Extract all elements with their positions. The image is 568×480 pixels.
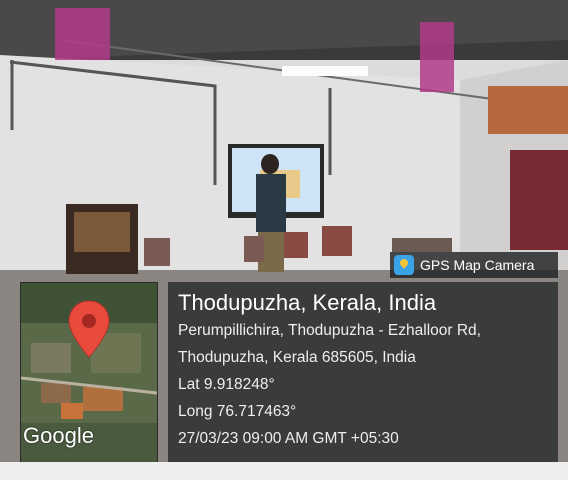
- map-pin-icon: [68, 300, 110, 358]
- bottom-margin: [0, 462, 568, 480]
- app-badge: GPS Map Camera: [390, 252, 558, 278]
- gps-map-camera-icon: [394, 255, 414, 275]
- datetime: 27/03/23 09:00 AM GMT +05:30: [178, 430, 399, 447]
- address-line-1: Perumpillichira, Thodupuzha - Ezhalloor …: [178, 322, 481, 339]
- location-title: Thodupuzha, Kerala, India: [178, 290, 437, 315]
- app-name: GPS Map Camera: [420, 257, 535, 273]
- latitude: Lat 9.918248°: [178, 376, 275, 393]
- longitude: Long 76.717463°: [178, 403, 297, 420]
- map-thumbnail: Google: [20, 282, 158, 464]
- google-logo: Google: [23, 423, 94, 448]
- address-line-2: Thodupuzha, Kerala 685605, India: [178, 349, 416, 366]
- location-info-panel: Thodupuzha, Kerala, India Perumpillichir…: [168, 282, 558, 462]
